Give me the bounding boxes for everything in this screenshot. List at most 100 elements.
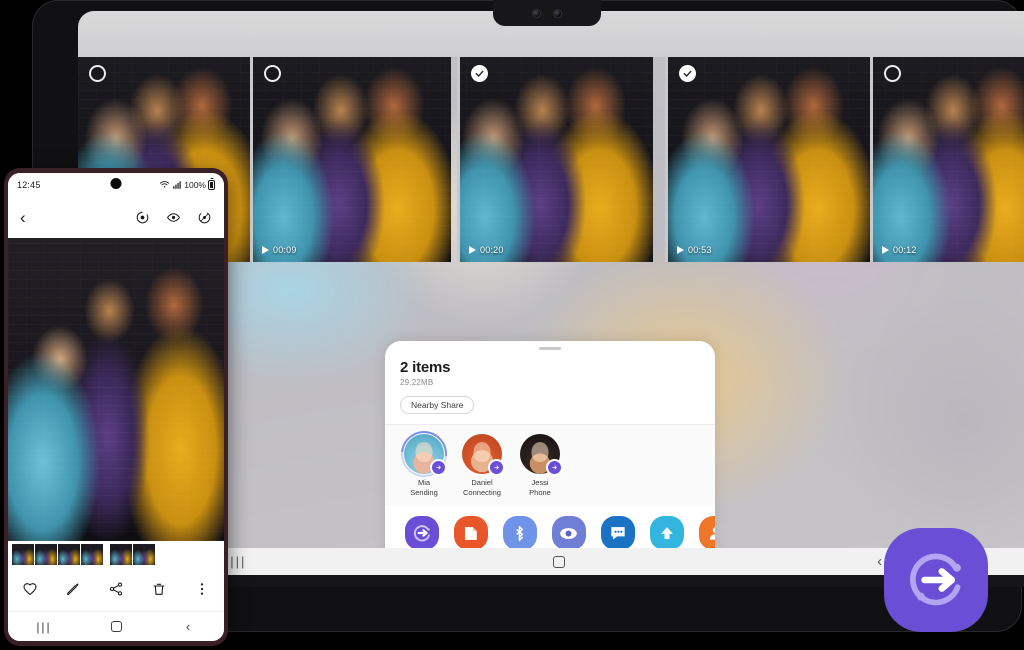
video-duration-text: 00:09 bbox=[273, 245, 297, 255]
bluetooth-icon bbox=[502, 516, 537, 551]
thumbnail-image bbox=[110, 543, 132, 565]
filmstrip-thumbnail[interactable] bbox=[35, 543, 57, 565]
avatar-wrapper bbox=[520, 434, 563, 476]
selection-circle-icon[interactable] bbox=[264, 65, 281, 82]
selection-circle-icon[interactable] bbox=[884, 65, 901, 82]
gallery-thumbnail bbox=[460, 57, 653, 262]
filmstrip-thumbnail[interactable] bbox=[133, 543, 155, 565]
favorite-button[interactable] bbox=[8, 581, 51, 597]
wifi-icon bbox=[160, 181, 170, 188]
status-clock: 12:45 bbox=[17, 179, 41, 190]
phone-back-nav-button[interactable]: ‹ bbox=[152, 620, 224, 633]
selection-circle-icon[interactable] bbox=[89, 65, 106, 82]
thumbnail-image bbox=[81, 543, 103, 565]
share-item-count: 2 items bbox=[400, 359, 451, 376]
video-duration-badge: 00:09 bbox=[262, 245, 297, 255]
tablet-home-button[interactable] bbox=[399, 555, 720, 568]
video-duration-badge: 00:53 bbox=[677, 245, 712, 255]
front-camera-secondary-icon bbox=[554, 9, 561, 17]
phone-action-bar bbox=[8, 567, 224, 611]
quick-share-icon bbox=[910, 553, 961, 606]
share-contacts-row: Mia Sending Daniel Connecting Jessi Phone bbox=[385, 421, 715, 507]
gallery-item[interactable]: 00:12 bbox=[873, 57, 1024, 262]
delete-button[interactable] bbox=[138, 581, 181, 597]
edit-button[interactable] bbox=[51, 581, 94, 597]
quick-share-badge-icon bbox=[430, 459, 447, 476]
share-contact[interactable]: Daniel Connecting bbox=[458, 434, 506, 498]
quick-share-badge-icon bbox=[488, 459, 505, 476]
contact-status: Phone bbox=[529, 488, 551, 498]
gallery-item[interactable]: 00:20 bbox=[460, 57, 668, 262]
battery-percentage: 100% bbox=[184, 179, 206, 190]
share-icon bbox=[109, 582, 123, 596]
filmstrip-thumbnail[interactable] bbox=[110, 543, 132, 565]
phone-home-button[interactable] bbox=[80, 621, 152, 632]
nearby-share-chip[interactable]: Nearby Share bbox=[400, 396, 475, 414]
messages-icon bbox=[600, 516, 635, 551]
penup-icon bbox=[649, 516, 684, 551]
contact-status: Sending bbox=[410, 488, 438, 498]
quick-share-logo bbox=[866, 526, 1006, 634]
gallery-thumbnail bbox=[873, 57, 1024, 262]
thumbnail-image bbox=[12, 543, 34, 565]
filmstrip-gap bbox=[104, 544, 109, 565]
phone-device: 12:45 100% ‹ ||| ‹ bbox=[4, 168, 228, 646]
home-icon bbox=[553, 555, 565, 568]
gallery-item[interactable]: 00:53 bbox=[668, 57, 873, 262]
play-icon bbox=[882, 246, 889, 254]
video-duration-badge: 00:12 bbox=[882, 245, 917, 255]
more-options-button[interactable] bbox=[181, 581, 224, 597]
more-icon bbox=[201, 583, 204, 595]
contact-name: Jessi bbox=[531, 478, 549, 487]
video-duration-text: 00:20 bbox=[480, 245, 504, 255]
signal-icon bbox=[173, 180, 181, 189]
selection-checked-icon[interactable] bbox=[471, 65, 488, 82]
phone-status-bar: 12:45 100% bbox=[8, 173, 224, 196]
home-icon bbox=[110, 621, 122, 632]
recents-icon: ||| bbox=[230, 554, 247, 569]
back-icon: ‹ bbox=[185, 619, 191, 634]
thumbnail-image bbox=[35, 543, 57, 565]
avatar-face bbox=[473, 441, 491, 462]
filmstrip-thumbnail[interactable] bbox=[12, 543, 34, 565]
front-camera-icon bbox=[533, 9, 540, 17]
remaster-icon[interactable] bbox=[135, 210, 150, 225]
sending-progress-ring bbox=[391, 421, 457, 487]
phone-recents-button[interactable]: ||| bbox=[8, 620, 80, 634]
avatar-wrapper bbox=[391, 421, 457, 487]
gallery-item[interactable]: 00:09 bbox=[253, 57, 460, 262]
play-icon bbox=[262, 246, 269, 254]
thumbnail-image bbox=[133, 543, 155, 565]
favorite-icon bbox=[23, 583, 37, 596]
share-sheet[interactable]: 2 items 29.22MB Nearby Share Mia Sending D… bbox=[385, 341, 715, 575]
phone-back-button[interactable]: ‹ bbox=[20, 209, 26, 226]
share-contact[interactable]: Jessi Phone bbox=[516, 434, 564, 498]
delete-icon bbox=[153, 583, 165, 595]
gallery-thumbnail bbox=[668, 57, 870, 262]
contact-status: Connecting bbox=[463, 488, 501, 498]
share-button[interactable] bbox=[94, 581, 137, 597]
share-contact[interactable]: Mia Sending bbox=[391, 421, 457, 498]
contact-name: Daniel bbox=[471, 478, 493, 487]
share-total-size: 29.22MB bbox=[400, 378, 434, 387]
screenshot-stage: 00:09 00:20 00:53 00:12 2 items 29.22MB Nea… bbox=[0, 0, 1024, 650]
samsung-notes-icon bbox=[453, 516, 488, 551]
selection-checked-icon[interactable] bbox=[679, 65, 696, 82]
recents-icon: ||| bbox=[36, 619, 52, 634]
filmstrip-thumbnail[interactable] bbox=[81, 543, 103, 565]
punch-hole-camera-icon bbox=[110, 178, 122, 189]
quick-share-logo-badge bbox=[884, 528, 988, 632]
phone-filmstrip[interactable] bbox=[8, 541, 224, 567]
thumbnail-image bbox=[58, 543, 80, 565]
edit-icon bbox=[66, 583, 79, 595]
filmstrip-thumbnail[interactable] bbox=[58, 543, 80, 565]
phone-navigation-bar: ||| ‹ bbox=[8, 611, 224, 641]
play-icon bbox=[469, 246, 476, 254]
contacts-icon bbox=[698, 516, 715, 551]
motion-photo-icon[interactable] bbox=[197, 210, 212, 225]
gallery-thumbnail bbox=[253, 57, 451, 262]
share-sheet-header: 2 items 29.22MB Nearby Share bbox=[385, 350, 715, 414]
phone-photo-viewer[interactable] bbox=[8, 238, 224, 541]
view-icon[interactable] bbox=[166, 210, 181, 225]
video-duration-text: 00:12 bbox=[893, 245, 917, 255]
